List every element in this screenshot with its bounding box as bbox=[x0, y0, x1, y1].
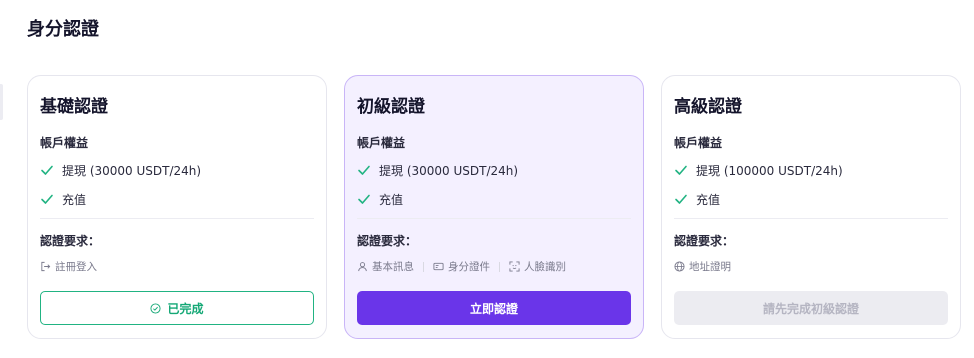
check-icon bbox=[41, 165, 53, 175]
check-icon bbox=[358, 165, 370, 175]
benefit-item: 充值 bbox=[357, 191, 403, 207]
benefit-text: 提現 (30000 USDT/24h) bbox=[62, 163, 202, 178]
benefit-item: 充值 bbox=[674, 191, 720, 207]
check-icon bbox=[675, 194, 687, 204]
check-icon bbox=[41, 194, 53, 204]
globe-icon bbox=[674, 261, 685, 272]
sidebar-edge bbox=[0, 84, 3, 120]
check-circle-icon bbox=[150, 302, 162, 314]
verification-levels: 基礎認證 帳戶權益 提現 (30000 USDT/24h) 充值 認證要求： 註… bbox=[27, 75, 962, 339]
complete-primary-first-button[interactable]: 請先完成初級認證 bbox=[674, 291, 948, 325]
face-scan-icon bbox=[509, 261, 520, 272]
requirement-item: 人臉識別 bbox=[509, 259, 566, 274]
benefits-label: 帳戶權益 bbox=[674, 136, 723, 150]
benefit-text: 充值 bbox=[696, 192, 721, 207]
requirement-item: 身分證件 bbox=[433, 259, 490, 274]
button-label: 請先完成初級認證 bbox=[762, 301, 859, 316]
id-card-icon bbox=[433, 262, 444, 271]
page-title: 身分認證 bbox=[27, 19, 99, 40]
requirement-text: 人臉識別 bbox=[524, 261, 566, 273]
benefit-text: 提現 (100000 USDT/24h) bbox=[696, 163, 843, 178]
requirements-label: 認證要求： bbox=[40, 234, 101, 248]
card-advanced-verification: 高級認證 帳戶權益 提現 (100000 USDT/24h) 充值 認證要求： … bbox=[661, 75, 961, 339]
check-icon bbox=[675, 165, 687, 175]
benefits-label: 帳戶權益 bbox=[357, 136, 406, 150]
requirements-list: 地址證明 bbox=[674, 259, 731, 274]
benefit-item: 提現 (30000 USDT/24h) bbox=[357, 162, 518, 178]
benefit-item: 提現 (30000 USDT/24h) bbox=[40, 162, 201, 178]
requirement-item: 註冊登入 bbox=[40, 259, 97, 274]
button-label: 已完成 bbox=[167, 301, 204, 316]
benefit-text: 充值 bbox=[379, 192, 404, 207]
card-basic-verification: 基礎認證 帳戶權益 提現 (30000 USDT/24h) 充值 認證要求： 註… bbox=[27, 75, 327, 339]
benefit-text: 充值 bbox=[62, 192, 87, 207]
requirements-label: 認證要求： bbox=[357, 234, 418, 248]
benefits-label: 帳戶權益 bbox=[40, 136, 89, 150]
check-icon bbox=[358, 194, 370, 204]
benefit-item: 提現 (100000 USDT/24h) bbox=[674, 162, 843, 178]
card-title: 高級認證 bbox=[674, 97, 742, 117]
divider bbox=[674, 218, 948, 219]
requirement-text: 註冊登入 bbox=[55, 261, 97, 273]
requirement-text: 身分證件 bbox=[448, 261, 490, 273]
divider bbox=[40, 218, 314, 219]
requirements-list: 註冊登入 bbox=[40, 259, 97, 274]
requirements-list: 基本訊息 身分證件 人臉識別 bbox=[357, 259, 566, 274]
verify-now-button[interactable]: 立即認證 bbox=[357, 291, 631, 325]
benefit-item: 充值 bbox=[40, 191, 86, 207]
requirements-label: 認證要求： bbox=[674, 234, 735, 248]
card-primary-verification: 初級認證 帳戶權益 提現 (30000 USDT/24h) 充值 認證要求： 基… bbox=[344, 75, 644, 339]
card-title: 初級認證 bbox=[357, 97, 425, 117]
separator bbox=[423, 261, 424, 272]
user-icon bbox=[358, 262, 367, 272]
divider bbox=[357, 218, 631, 219]
login-icon bbox=[41, 261, 51, 272]
benefit-text: 提現 (30000 USDT/24h) bbox=[379, 163, 519, 178]
requirement-item: 基本訊息 bbox=[357, 259, 414, 274]
separator bbox=[499, 261, 500, 272]
requirement-text: 基本訊息 bbox=[372, 261, 414, 273]
requirement-text: 地址證明 bbox=[689, 261, 731, 273]
card-title: 基礎認證 bbox=[40, 97, 108, 117]
requirement-item: 地址證明 bbox=[674, 259, 731, 274]
completed-button[interactable]: 已完成 bbox=[40, 291, 314, 325]
button-label: 立即認證 bbox=[469, 301, 518, 316]
